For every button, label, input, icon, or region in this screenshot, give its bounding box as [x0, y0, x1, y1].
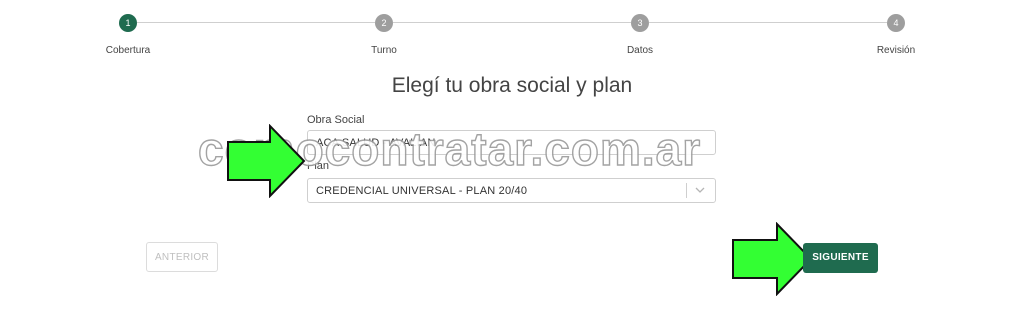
next-button[interactable]: SIGUIENTE — [803, 243, 878, 273]
plan-value: CREDENCIAL UNIVERSAL - PLAN 20/40 — [316, 185, 528, 197]
step-4-label: Revisión — [876, 45, 916, 56]
step-2-label: Turno — [371, 45, 397, 56]
previous-button[interactable]: ANTERIOR — [146, 242, 218, 272]
step-connector — [649, 22, 887, 23]
step-connector — [393, 22, 631, 23]
plan-select[interactable]: CREDENCIAL UNIVERSAL - PLAN 20/40 — [307, 178, 716, 203]
select-divider — [686, 183, 687, 198]
step-1-label: Cobertura — [105, 45, 151, 56]
arrow-right-icon — [732, 222, 813, 296]
chevron-down-icon[interactable] — [694, 184, 706, 196]
arrow-right-icon — [227, 124, 306, 198]
step-3-label: Datos — [626, 45, 654, 56]
step-1-indicator: 1 — [119, 14, 137, 32]
step-3-indicator: 3 — [631, 14, 649, 32]
step-2-indicator: 2 — [375, 14, 393, 32]
page-title: Elegí tu obra social y plan — [391, 74, 633, 97]
step-4-indicator: 4 — [887, 14, 905, 32]
step-connector — [137, 22, 375, 23]
progress-stepper: 1 2 3 4 Cobertura Turno Datos Revisión — [0, 0, 1024, 62]
